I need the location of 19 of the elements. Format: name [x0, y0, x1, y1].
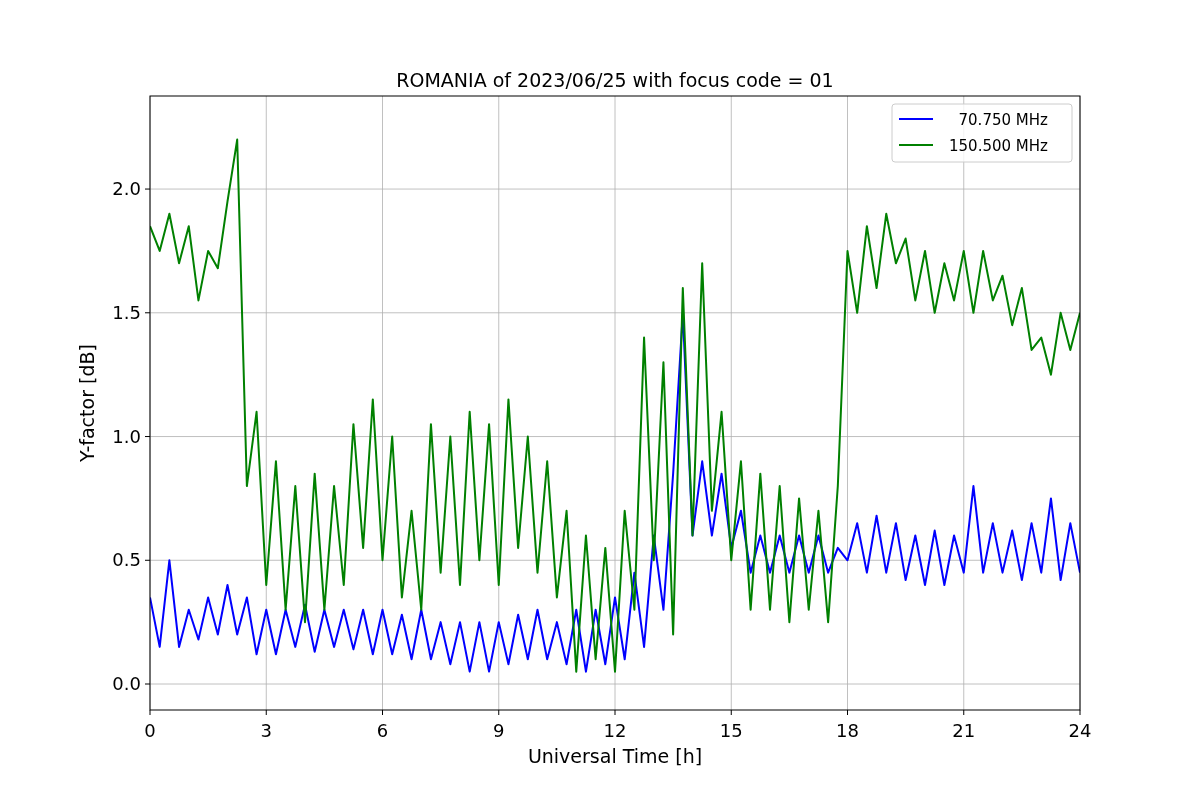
legend-label: 70.750 MHz [958, 111, 1048, 129]
x-tick-label: 15 [719, 720, 743, 741]
y-tick-label: 2.0 [112, 178, 141, 200]
x-tick-label: 18 [836, 720, 859, 741]
chart-title: ROMANIA of 2023/06/25 with focus code = 01 [396, 69, 834, 91]
x-tick-label: 9 [493, 720, 505, 741]
y-tick-label: 1.5 [112, 301, 141, 323]
x-tick-label: 6 [376, 720, 389, 741]
y-axis-label: Y-factor [dB] [76, 344, 98, 462]
x-axis-label: Universal Time [h] [527, 745, 703, 767]
x-tick-label: 24 [1068, 720, 1092, 741]
x-tick-label: 0 [144, 720, 156, 741]
y-tick-label: 0.0 [112, 673, 141, 694]
x-tick-label: 21 [952, 720, 976, 741]
y-tick-label: 1.0 [112, 425, 141, 447]
y-tick-label: 0.5 [112, 549, 141, 571]
x-tick-label: 12 [603, 720, 627, 741]
legend-label: 150.500 MHz [949, 137, 1048, 155]
x-tick-label: 3 [260, 720, 272, 741]
